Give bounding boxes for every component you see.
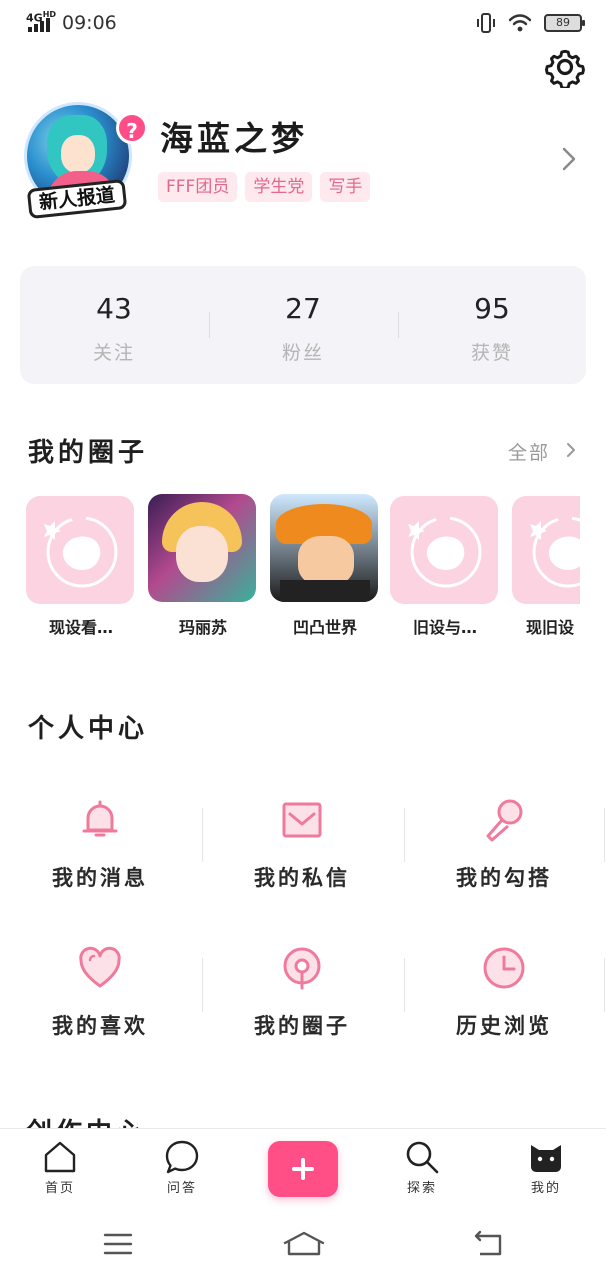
view-all-link[interactable]: 全部	[508, 438, 550, 465]
circle-cover-image	[270, 494, 378, 602]
nav-qa[interactable]: 问答	[142, 1139, 222, 1203]
stat-fans[interactable]: 27 粉丝	[209, 266, 397, 384]
circles-row: 现设看… 玛丽苏 凹凸世界 旧设与… 现旧设	[0, 494, 580, 644]
nav-label: 问答	[166, 1181, 197, 1196]
wifi-icon	[508, 14, 532, 32]
battery-icon: 89	[544, 14, 585, 32]
menu-my-circles[interactable]: 我的圈子	[202, 946, 402, 1066]
bottom-navigation: 首页 问答 探索 我的	[0, 1128, 606, 1208]
nav-home[interactable]: 首页	[20, 1139, 100, 1203]
divider	[604, 958, 605, 1012]
stats-panel: 43 关注 27 粉丝 95 获赞	[20, 266, 586, 384]
menu-history[interactable]: 历史浏览	[404, 946, 604, 1066]
nav-label: 探索	[406, 1181, 437, 1196]
circle-name: 玛丽苏	[178, 618, 227, 637]
menu-icon[interactable]	[102, 1232, 134, 1256]
circle-cover-image	[148, 494, 256, 602]
placeholder-cat-icon	[408, 516, 482, 588]
create-plus-button[interactable]	[268, 1141, 338, 1197]
stat-value: 27	[285, 292, 321, 325]
search-icon	[406, 1141, 439, 1174]
circle-placeholder-image	[390, 496, 498, 604]
envelope-icon	[282, 802, 322, 838]
stat-following[interactable]: 43 关注	[20, 266, 208, 384]
avatar[interactable]: ? 新人报道	[20, 98, 148, 220]
profile-screen: 4GHD 09:06 89 ? 新人报道 海蓝之梦 FFF团员 学生党 写手 4…	[0, 0, 606, 1280]
home-icon	[44, 1141, 76, 1173]
menu-label: 我的消息	[52, 865, 148, 890]
question-badge-icon: ?	[116, 112, 148, 144]
vibrate-icon	[477, 13, 495, 33]
circle-card[interactable]: 现旧设	[512, 494, 580, 644]
clock-icon	[483, 947, 525, 989]
signal-icon	[28, 18, 54, 32]
cat-icon	[531, 1145, 561, 1172]
nav-label: 我的	[530, 1181, 561, 1196]
user-tag: 写手	[320, 172, 371, 202]
menu-my-hookups[interactable]: 我的勾搭	[404, 798, 604, 918]
settings-gear-icon[interactable]	[544, 46, 586, 88]
circle-name: 凹凸世界	[292, 618, 357, 637]
chevron-right-icon[interactable]	[560, 146, 578, 172]
circle-card[interactable]: 凹凸世界	[270, 494, 380, 644]
placeholder-cat-icon	[530, 516, 580, 588]
stat-label: 获赞	[470, 342, 513, 364]
menu-label: 我的私信	[254, 865, 350, 890]
bell-icon	[82, 800, 118, 837]
circle-card[interactable]: 旧设与…	[390, 494, 500, 644]
stat-likes[interactable]: 95 获赞	[398, 266, 586, 384]
circle-placeholder-image	[26, 496, 134, 604]
menu-label: 我的圈子	[254, 1013, 350, 1038]
placeholder-cat-icon	[44, 516, 118, 588]
user-tag: FFF团员	[158, 172, 238, 202]
system-navigation-bar	[0, 1208, 606, 1280]
status-icons: 89	[476, 12, 585, 34]
stat-label: 关注	[92, 342, 135, 364]
stat-value: 95	[474, 292, 510, 325]
user-tag: 学生党	[245, 172, 313, 202]
back-icon[interactable]	[470, 1230, 506, 1258]
chat-bubble-icon	[165, 1140, 199, 1174]
menu-my-likes[interactable]: 我的喜欢	[0, 946, 200, 1066]
menu-label: 我的勾搭	[456, 865, 552, 890]
circle-card[interactable]: 玛丽苏	[148, 494, 258, 644]
clock-time: 09:06	[62, 12, 117, 34]
stat-label: 粉丝	[281, 342, 324, 364]
menu-private-messages[interactable]: 我的私信	[202, 798, 402, 918]
menu-label: 我的喜欢	[52, 1013, 148, 1038]
nickname[interactable]: 海蓝之梦	[160, 112, 308, 160]
nav-mine[interactable]: 我的	[506, 1139, 586, 1203]
chevron-right-icon[interactable]	[566, 442, 576, 458]
circle-name: 现旧设	[526, 618, 575, 637]
heart-icon	[79, 946, 121, 988]
circle-card[interactable]: 现设看…	[26, 494, 136, 644]
section-title-circles: 我的圈子	[28, 438, 149, 468]
location-pin-icon	[283, 947, 321, 990]
nav-label: 首页	[44, 1181, 75, 1196]
nav-explore[interactable]: 探索	[382, 1139, 462, 1203]
user-tags: FFF团员 学生党 写手	[158, 172, 371, 202]
menu-label: 历史浏览	[456, 1013, 552, 1038]
stat-value: 43	[96, 292, 132, 325]
circle-name: 现设看…	[48, 618, 113, 637]
section-title-personal: 个人中心	[28, 714, 149, 744]
circle-name: 旧设与…	[412, 618, 477, 637]
menu-my-messages[interactable]: 我的消息	[0, 798, 200, 918]
status-bar: 4GHD 09:06 89	[0, 0, 606, 46]
circle-placeholder-image	[512, 496, 580, 604]
divider	[604, 808, 605, 862]
microphone-icon	[486, 799, 523, 842]
home-button-icon[interactable]	[282, 1230, 326, 1258]
